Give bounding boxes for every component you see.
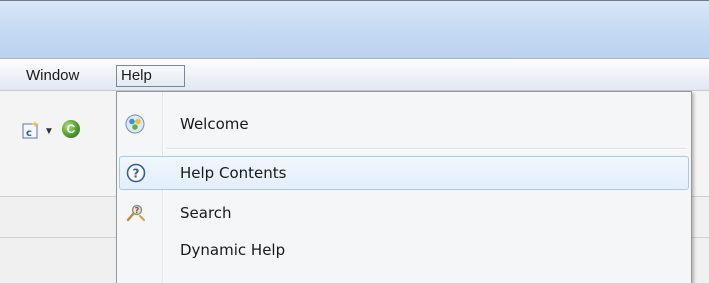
svg-text:?: ? [135, 206, 140, 215]
menu-item-label: Search [180, 204, 232, 222]
new-class-wizard-icon[interactable]: c [22, 121, 40, 139]
menu-window[interactable]: Window [22, 65, 112, 87]
search-key-icon: ? [126, 204, 145, 222]
menu-item-label: Dynamic Help [180, 241, 286, 259]
menu-item-help-contents[interactable]: ? Help Contents [119, 156, 689, 190]
menu-item-search[interactable]: ? Search [119, 196, 689, 230]
menu-item-welcome[interactable]: Welcome [119, 107, 689, 141]
welcome-globe-icon [125, 114, 145, 134]
svg-text:?: ? [133, 167, 140, 181]
help-dropdown-menu: Welcome ? Help Contents ? Search Dynamic… [116, 91, 692, 283]
run-green-icon[interactable]: C [62, 120, 80, 138]
svg-text:c: c [26, 128, 32, 139]
chevron-down-icon[interactable]: ▼ [44, 126, 54, 137]
menu-separator [167, 148, 687, 150]
menu-item-label: Welcome [180, 115, 249, 133]
menu-item-dynamic-help[interactable]: Dynamic Help [119, 233, 689, 267]
menu-help[interactable]: Help [116, 65, 185, 87]
help-question-icon: ? [126, 163, 146, 183]
menu-item-label: Help Contents [180, 164, 287, 182]
menu-bar: Window Help [0, 58, 709, 91]
window-title-bar [0, 0, 709, 58]
